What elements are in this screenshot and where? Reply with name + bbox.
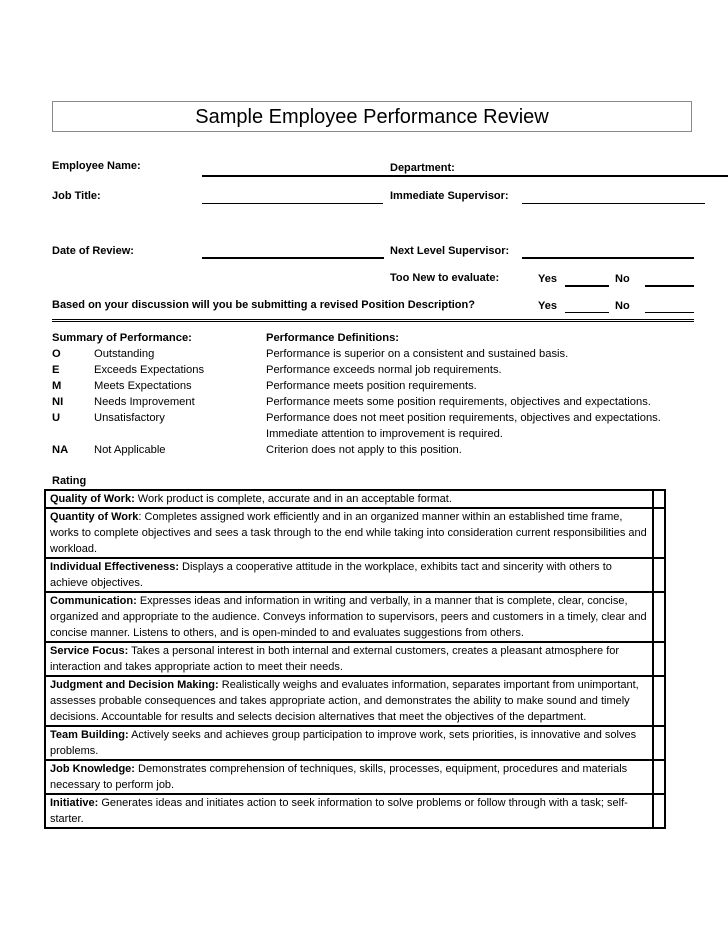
criterion-cell: Quantity of Work: Completes assigned wor…: [44, 507, 654, 559]
summary-item: NA Not Applicable: [52, 442, 204, 458]
criterion-name: Quality of Work:: [50, 493, 135, 505]
table-row: Judgment and Decision Making: Realistica…: [44, 675, 666, 727]
department-label: Department:: [390, 162, 455, 174]
employee-name-field[interactable]: [202, 175, 728, 177]
rating-input-cell[interactable]: [652, 507, 666, 559]
rating-label: Unsatisfactory: [94, 412, 165, 424]
criterion-description: : Completes assigned work efficiently an…: [50, 511, 647, 555]
table-row: Quality of Work: Work product is complet…: [44, 489, 666, 509]
criterion-cell: Quality of Work: Work product is complet…: [44, 489, 654, 509]
criterion-name: Team Building:: [50, 729, 129, 741]
criterion-description: Takes a personal interest in both intern…: [50, 645, 620, 673]
summary-item: M Meets Expectations: [52, 378, 204, 394]
date-of-review-label: Date of Review:: [52, 245, 134, 257]
rating-input-cell[interactable]: [652, 675, 666, 727]
rating-input-cell[interactable]: [652, 557, 666, 593]
table-row: Individual Effectiveness: Displays a coo…: [44, 557, 666, 593]
rating-code: E: [52, 364, 60, 376]
immediate-supervisor-field[interactable]: [522, 203, 705, 204]
criterion-cell: Job Knowledge: Demonstrates comprehensio…: [44, 759, 654, 795]
criterion-description: Expresses ideas and information in writi…: [50, 595, 647, 639]
definition-line: Performance meets position requirements.: [266, 380, 477, 392]
revised-position-question: Based on your discussion will you be sub…: [52, 299, 475, 311]
rating-input-cell[interactable]: [652, 725, 666, 761]
criterion-cell: Initiative: Generates ideas and initiate…: [44, 793, 654, 829]
criterion-name: Initiative:: [50, 797, 99, 809]
revised-yes-label: Yes: [538, 300, 557, 312]
criterion-name: Communication:: [50, 595, 137, 607]
rating-input-cell[interactable]: [652, 591, 666, 643]
rating-label: Meets Expectations: [94, 380, 192, 392]
rating-label: Not Applicable: [94, 444, 166, 456]
job-title-label: Job Title:: [52, 190, 101, 202]
summary-heading: Summary of Performance:: [52, 332, 192, 344]
criterion-cell: Individual Effectiveness: Displays a coo…: [44, 557, 654, 593]
criterion-description: Demonstrates comprehension of techniques…: [50, 763, 628, 791]
rating-input-cell[interactable]: [652, 759, 666, 795]
table-row: Quantity of Work: Completes assigned wor…: [44, 507, 666, 559]
rating-input-cell[interactable]: [652, 793, 666, 829]
summary-item: E Exceeds Expectations: [52, 362, 204, 378]
rating-input-cell[interactable]: [652, 641, 666, 677]
criterion-description: Work product is complete, accurate and i…: [134, 493, 452, 505]
definition-line: Immediate attention to improvement is re…: [266, 428, 503, 440]
table-row: Job Knowledge: Demonstrates comprehensio…: [44, 759, 666, 795]
employee-name-label: Employee Name:: [52, 160, 141, 172]
summary-item: U Unsatisfactory: [52, 410, 204, 426]
criterion-description: Generates ideas and initiates action to …: [50, 797, 628, 825]
rating-code: NA: [52, 444, 69, 456]
rating-input-cell[interactable]: [652, 489, 666, 509]
date-of-review-field[interactable]: [202, 257, 384, 259]
criterion-cell: Team Building: Actively seeks and achiev…: [44, 725, 654, 761]
criterion-name: Job Knowledge:: [50, 763, 135, 775]
too-new-yes-field[interactable]: [565, 285, 609, 287]
criterion-cell: Communication: Expresses ideas and infor…: [44, 591, 654, 643]
criterion-name: Individual Effectiveness:: [50, 561, 179, 573]
criterion-name: Service Focus:: [50, 645, 129, 657]
rating-label: Outstanding: [94, 348, 155, 360]
table-row: Communication: Expresses ideas and infor…: [44, 591, 666, 643]
next-level-supervisor-field[interactable]: [522, 257, 694, 259]
definition-line: Performance does not meet position requi…: [266, 412, 661, 424]
table-row: Service Focus: Takes a personal interest…: [44, 641, 666, 677]
criterion-name: Judgment and Decision Making:: [50, 679, 219, 691]
page-title: Sample Employee Performance Review: [52, 101, 692, 132]
table-row: Initiative: Generates ideas and initiate…: [44, 793, 666, 829]
immediate-supervisor-label: Immediate Supervisor:: [390, 190, 509, 202]
rating-code: U: [52, 412, 61, 424]
rating-label: Needs Improvement: [94, 396, 195, 408]
summary-of-performance: Summary of Performance: O Outstanding E Ex…: [52, 330, 204, 458]
rating-code: O: [52, 348, 61, 360]
revised-yes-field[interactable]: [565, 312, 609, 313]
definitions-heading: Performance Definitions:: [266, 332, 400, 344]
rating-code: M: [52, 380, 62, 392]
criterion-cell: Service Focus: Takes a personal interest…: [44, 641, 654, 677]
too-new-no-label: No: [615, 273, 630, 285]
rating-label: Exceeds Expectations: [94, 364, 205, 376]
table-row: Team Building: Actively seeks and achiev…: [44, 725, 666, 761]
rating-code: NI: [52, 396, 64, 408]
rating-table: Quality of Work: Work product is complet…: [44, 489, 666, 829]
summary-item: NI Needs Improvement: [52, 394, 204, 410]
definition-line: Performance exceeds normal job requireme…: [266, 364, 502, 376]
criterion-name: Quantity of Work: [50, 511, 139, 523]
performance-definitions: Performance Definitions: Performance is …: [266, 330, 661, 458]
definition-line: Performance is superior on a consistent …: [266, 348, 569, 360]
too-new-no-field[interactable]: [645, 285, 694, 287]
job-title-field[interactable]: [202, 203, 383, 204]
next-level-supervisor-label: Next Level Supervisor:: [390, 245, 510, 257]
definition-line: Criterion does not apply to this positio…: [266, 444, 462, 456]
definition-line: Performance meets some position requirem…: [266, 396, 651, 408]
summary-item: O Outstanding: [52, 346, 204, 362]
rating-heading: Rating: [52, 475, 87, 487]
section-divider: [52, 319, 694, 322]
too-new-label: Too New to evaluate:: [390, 272, 500, 284]
revised-no-field[interactable]: [645, 312, 694, 313]
criterion-cell: Judgment and Decision Making: Realistica…: [44, 675, 654, 727]
summary-spacer: [52, 426, 204, 442]
too-new-yes-label: Yes: [538, 273, 557, 285]
revised-no-label: No: [615, 300, 630, 312]
criterion-description: Actively seeks and achieves group partic…: [50, 729, 637, 757]
